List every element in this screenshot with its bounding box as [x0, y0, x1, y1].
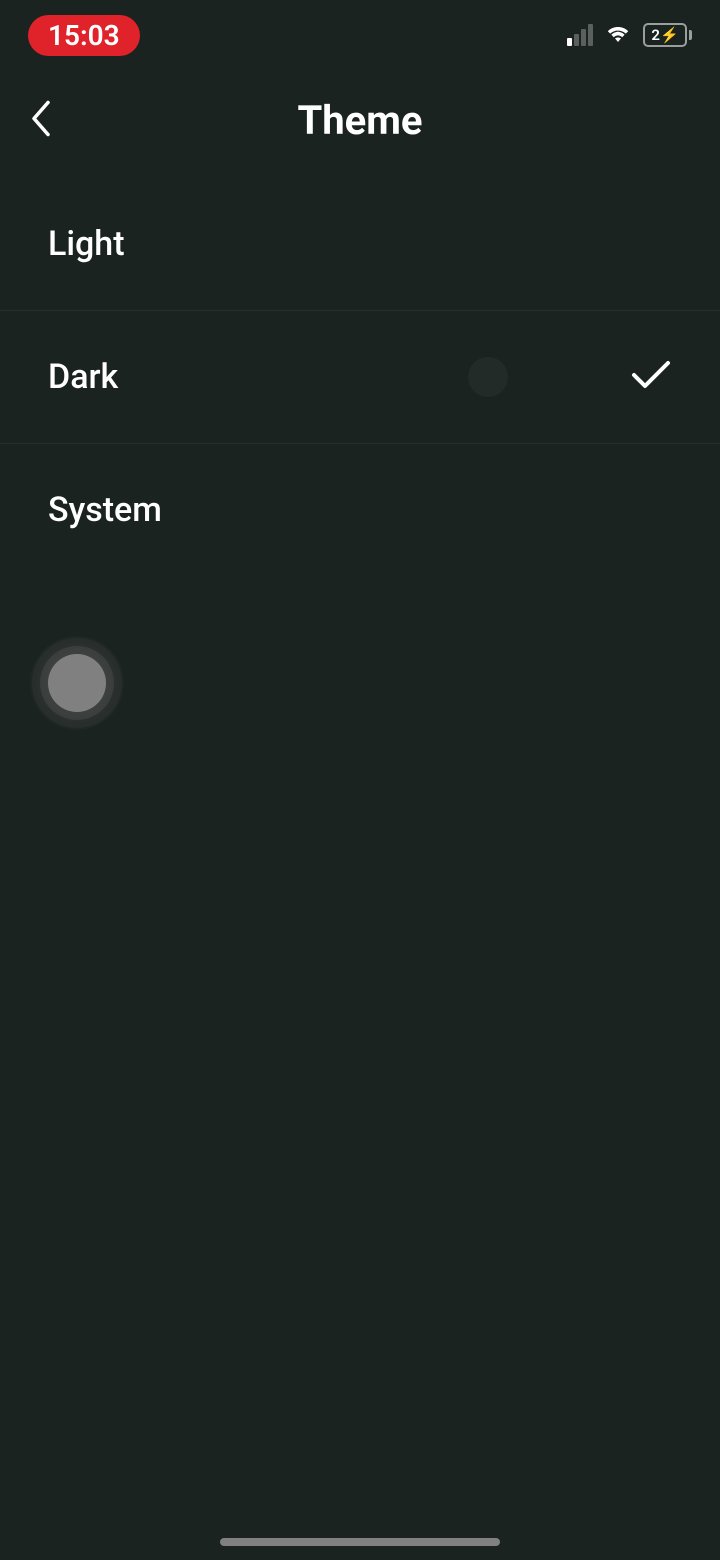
- cellular-signal-icon: [567, 24, 593, 46]
- check-icon: [630, 359, 672, 395]
- touch-indicator: [468, 357, 508, 397]
- theme-option-label: System: [48, 490, 162, 530]
- theme-option-dark[interactable]: Dark: [0, 311, 720, 444]
- status-icons: 2⚡: [567, 21, 692, 49]
- page-title: Theme: [297, 97, 422, 144]
- theme-option-label: Light: [48, 224, 125, 264]
- theme-option-system[interactable]: System: [0, 444, 720, 576]
- status-time: 15:03: [48, 19, 120, 52]
- header: Theme: [0, 70, 720, 170]
- status-time-pill: 15:03: [28, 15, 140, 56]
- battery-icon: 2⚡: [643, 23, 692, 47]
- theme-option-light[interactable]: Light: [0, 178, 720, 311]
- home-indicator[interactable]: [220, 1538, 500, 1546]
- assistive-touch-icon: [48, 654, 106, 712]
- chevron-left-icon: [28, 127, 52, 142]
- theme-list: Light Dark System: [0, 178, 720, 576]
- battery-text: 2: [651, 26, 660, 44]
- status-bar: 15:03 2⚡: [0, 0, 720, 70]
- wifi-icon: [603, 21, 633, 49]
- back-button[interactable]: [28, 99, 52, 142]
- theme-option-label: Dark: [48, 357, 118, 397]
- charging-bolt-icon: ⚡: [660, 26, 679, 44]
- assistive-touch-button[interactable]: [30, 636, 124, 730]
